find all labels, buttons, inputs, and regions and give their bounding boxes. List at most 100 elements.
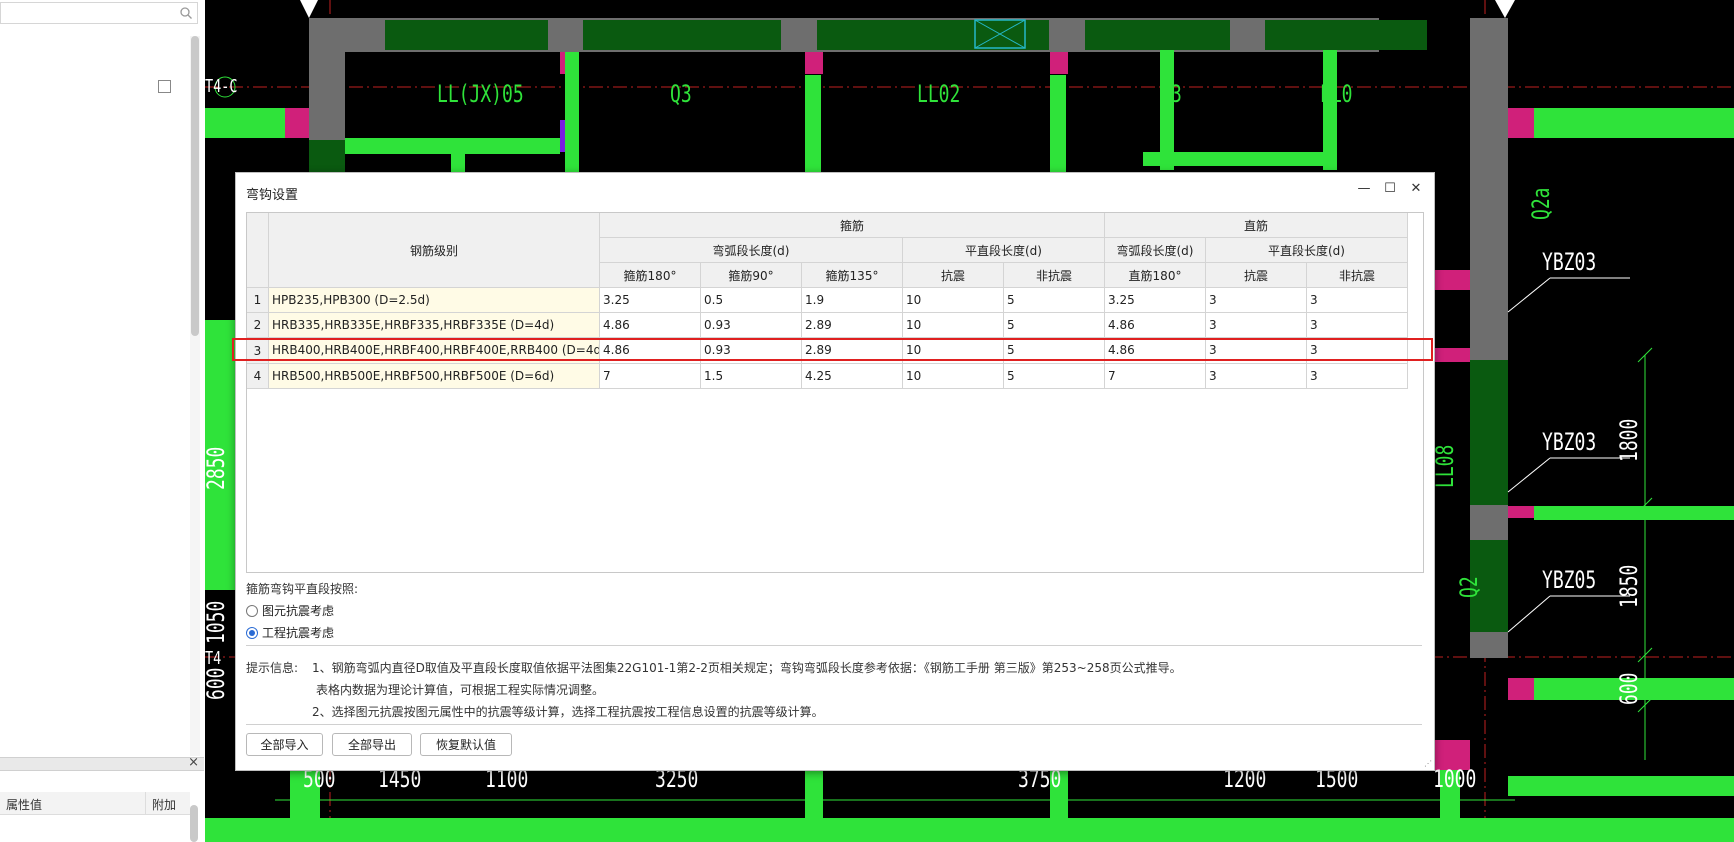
tip-line-3: 2、选择图元抗震按图元属性中的抗震等级计算，选择工程抗震按工程信息设置的抗震等级… (312, 705, 824, 719)
restore-default-button[interactable]: 恢复默认值 (420, 733, 512, 756)
grade-cell: HRB500,HRB500E,HRBF500,HRBF500E (D=6d) (269, 364, 600, 389)
search-input[interactable] (0, 2, 198, 24)
dim-1800: 1800 (1615, 418, 1643, 462)
value-cell[interactable]: 4.86 (600, 313, 701, 338)
value-cell[interactable]: 7 (1105, 364, 1206, 389)
radio-project-seismic[interactable]: 工程抗震考虑 (246, 624, 334, 641)
beam-3-hatched (1085, 20, 1230, 50)
export-all-button[interactable]: 全部导出 (332, 733, 412, 756)
grade-cell: HRB335,HRB335E,HRBF335,HRBF335E (D=4d) (269, 313, 600, 338)
property-checkbox[interactable] (158, 80, 171, 93)
divider (246, 724, 1422, 725)
tip-label: 提示信息: (246, 661, 299, 675)
left-scrollbar[interactable] (190, 36, 200, 756)
straight-flat-header: 平直段长度(d) (1206, 238, 1408, 263)
value-cell[interactable]: 4.25 (802, 364, 903, 389)
value-cell[interactable]: 0.93 (701, 313, 802, 338)
close-button[interactable]: ✕ (1406, 179, 1426, 199)
dim-600-right: 600 (1615, 672, 1643, 705)
table-corner (247, 213, 269, 288)
row-number[interactable]: 2 (247, 313, 269, 338)
beam-label-q2a: Q2a (1527, 187, 1555, 220)
stirrup-flat-header: 平直段长度(d) (903, 238, 1105, 263)
minimize-button[interactable]: — (1354, 179, 1374, 199)
left-scrollbar-thumb[interactable] (191, 36, 199, 336)
leaf-header-nonseismic-2: 非抗震 (1307, 263, 1408, 288)
value-cell[interactable]: 3.25 (600, 288, 701, 313)
hook-settings-dialog: 弯钩设置 — ☐ ✕ 钢筋级别 箍筋 直筋 弯弧段长度(d) 平直段长度(d) … (235, 172, 1435, 771)
value-cell[interactable]: 3 (1206, 364, 1307, 389)
value-cell[interactable]: 5 (1004, 313, 1105, 338)
search-icon[interactable] (179, 6, 193, 20)
value-cell[interactable]: 1.5 (701, 364, 802, 389)
dialog-title: 弯钩设置 (246, 188, 299, 203)
beam-ll-jx-05 (385, 20, 548, 50)
property-extra-column: 附加 (152, 798, 177, 812)
beam-label-ll0: LL0 (1320, 80, 1353, 108)
value-cell[interactable]: 3 (1307, 364, 1408, 389)
beam-label-ll02: LL02 (917, 80, 961, 108)
property-panel-close-icon[interactable]: × (188, 755, 199, 770)
dim-1050: 1050 (202, 600, 230, 644)
leaf-header-seismic: 抗震 (903, 263, 1004, 288)
tip-line-1: 1、钢筋弯弧内直径D取值及平直段长度取值依据平法图集22G101-1第2-2页相… (312, 661, 1182, 675)
grade-cell: HPB235,HPB300 (D=2.5d) (269, 288, 600, 313)
value-cell[interactable]: 10 (903, 288, 1004, 313)
value-cell[interactable]: 7 (600, 364, 701, 389)
property-table-header: 属性值 附加 (0, 792, 190, 815)
radio-label[interactable]: 工程抗震考虑 (262, 624, 334, 641)
green-bar-right (1534, 108, 1734, 138)
column-label-ybz03-a: YBZ03 (1542, 248, 1597, 276)
import-all-button[interactable]: 全部导入 (246, 733, 323, 756)
radio-button-selected[interactable] (246, 626, 258, 639)
property-panel-titlebar: × (0, 755, 204, 771)
dim-600-left: 600 (202, 667, 230, 700)
leader-ybz03-a (1507, 277, 1551, 313)
property-panel: × 属性值 附加 (0, 755, 204, 842)
value-cell[interactable]: 3 (1206, 288, 1307, 313)
beam-label-ll08: LL08 (1431, 444, 1459, 488)
row-number[interactable]: 4 (247, 364, 269, 389)
stirrup-option-label: 箍筋弯钩平直段按照: (246, 582, 359, 596)
dim-2850: 2850 (202, 446, 230, 490)
radio-button[interactable] (246, 604, 258, 617)
axis-marker-2 (1495, 0, 1515, 18)
axis-label-t4c: T4-C (205, 76, 238, 97)
value-cell[interactable]: 1.9 (802, 288, 903, 313)
beam-label-q3: Q3 (670, 80, 692, 108)
leaf-header-straight180: 直筋180° (1105, 263, 1206, 288)
radio-element-seismic[interactable]: 图元抗震考虑 (246, 602, 334, 619)
dim-1850: 1850 (1615, 564, 1643, 608)
value-cell[interactable]: 4.86 (1105, 313, 1206, 338)
maximize-button[interactable]: ☐ (1380, 179, 1400, 199)
row-number[interactable]: 1 (247, 288, 269, 313)
leaf-header-seismic-2: 抗震 (1206, 263, 1307, 288)
straight-arc-header: 弯弧段长度(d) (1105, 238, 1206, 263)
magenta-block-3 (1050, 52, 1068, 74)
tip-line-2: 表格内数据为理论计算值，可根据工程实际情况调整。 (316, 683, 605, 697)
resize-grip-icon[interactable]: ⋰ (1424, 760, 1432, 768)
beam-label-q2: Q2 (1455, 576, 1483, 598)
value-cell[interactable]: 2.89 (802, 313, 903, 338)
column-label-ybz03-b: YBZ03 (1542, 428, 1597, 456)
value-cell[interactable]: 5 (1004, 364, 1105, 389)
leaf-header-nonseismic: 非抗震 (1004, 263, 1105, 288)
radio-label[interactable]: 图元抗震考虑 (262, 602, 334, 619)
value-cell[interactable]: 0.5 (701, 288, 802, 313)
stirrup-group-header: 箍筋 (600, 213, 1105, 238)
value-cell[interactable]: 3 (1307, 313, 1408, 338)
value-cell[interactable]: 3.25 (1105, 288, 1206, 313)
axis-label-t4: T4 (205, 648, 222, 669)
value-cell[interactable]: 5 (1004, 288, 1105, 313)
value-cell[interactable]: 3 (1307, 288, 1408, 313)
value-cell[interactable]: 10 (903, 364, 1004, 389)
hook-settings-table: 钢筋级别 箍筋 直筋 弯弧段长度(d) 平直段长度(d) 弯弧段长度(d) 平直… (246, 212, 1424, 573)
dim-1000: 1000 (1433, 765, 1477, 793)
left-panel: × 属性值 附加 (0, 0, 206, 842)
value-cell[interactable]: 3 (1206, 313, 1307, 338)
property-scrollbar[interactable] (190, 805, 198, 842)
row-3-highlight-annotation (232, 338, 1433, 361)
value-cell[interactable]: 10 (903, 313, 1004, 338)
leaf-header-stirrup90: 箍筋90° (701, 263, 802, 288)
leader-ybz03-b (1507, 457, 1551, 493)
